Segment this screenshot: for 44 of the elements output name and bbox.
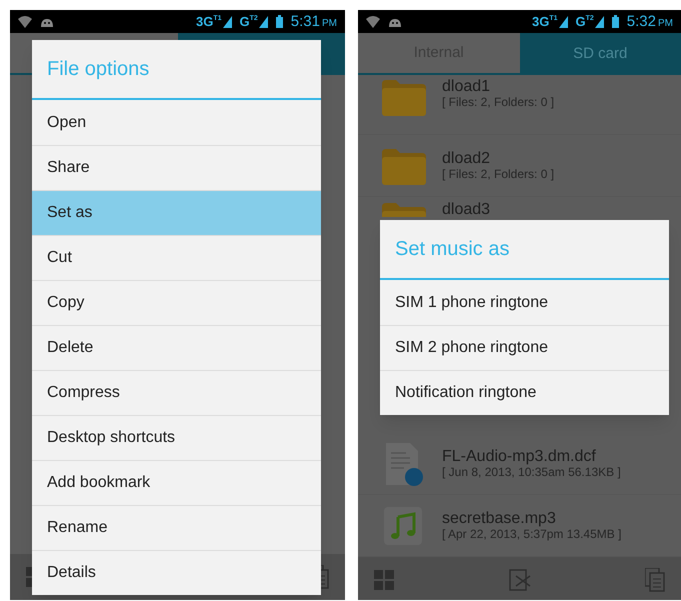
menu-item[interactable]: Add bookmark bbox=[32, 460, 321, 505]
menu-item[interactable]: Cut bbox=[32, 235, 321, 280]
dialog-title: File options bbox=[47, 57, 150, 82]
menu-item[interactable]: Notification ringtone bbox=[380, 370, 669, 415]
menu-item[interactable]: Copy bbox=[32, 280, 321, 325]
menu-item[interactable]: Open bbox=[32, 100, 321, 145]
network-type: 3G bbox=[196, 15, 214, 28]
folder-icon bbox=[382, 148, 426, 184]
signal-icon bbox=[222, 16, 232, 28]
menu-item[interactable]: Compress bbox=[32, 370, 321, 415]
menu-item[interactable]: Rename bbox=[32, 505, 321, 550]
clock-meridiem: PM bbox=[658, 19, 673, 29]
menu-item[interactable]: SIM 2 phone ringtone bbox=[380, 325, 669, 370]
unknown-document-icon bbox=[384, 442, 424, 486]
cut-icon[interactable] bbox=[508, 568, 532, 592]
grid-icon[interactable] bbox=[374, 570, 394, 590]
signal-icon bbox=[594, 16, 604, 28]
music-note-icon bbox=[384, 506, 424, 546]
file-name: FL-Audio-mp3.dm.dcf bbox=[442, 448, 597, 464]
menu-item[interactable]: Delete bbox=[32, 325, 321, 370]
signal-icon bbox=[258, 16, 268, 28]
signal-icon bbox=[558, 16, 568, 28]
menu-item[interactable]: Set as bbox=[32, 190, 321, 235]
menu-item[interactable]: Details bbox=[32, 550, 321, 595]
file-name: dload2 bbox=[442, 150, 492, 166]
copy-icon[interactable] bbox=[645, 568, 665, 592]
menu-item[interactable]: Desktop shortcuts bbox=[32, 415, 321, 460]
folder-icon bbox=[382, 203, 426, 217]
android-icon bbox=[40, 16, 54, 26]
network-type: 3G bbox=[532, 15, 550, 28]
battery-icon bbox=[276, 15, 283, 28]
file-name: dload1 bbox=[442, 78, 492, 95]
clock-meridiem: PM bbox=[322, 19, 337, 29]
menu-item[interactable]: SIM 1 phone ringtone bbox=[380, 280, 669, 325]
battery-icon bbox=[612, 15, 619, 28]
android-icon bbox=[388, 16, 402, 26]
file-name: dload3 bbox=[442, 201, 490, 218]
clock: 5:32 bbox=[626, 14, 656, 29]
network-type: G bbox=[240, 15, 250, 28]
folder-icon bbox=[382, 80, 426, 116]
file-name: secretbase.mp3 bbox=[442, 510, 557, 526]
network-type: G bbox=[576, 15, 586, 28]
dialog-title: Set music as bbox=[395, 237, 510, 262]
clock: 5:31 bbox=[290, 14, 320, 29]
